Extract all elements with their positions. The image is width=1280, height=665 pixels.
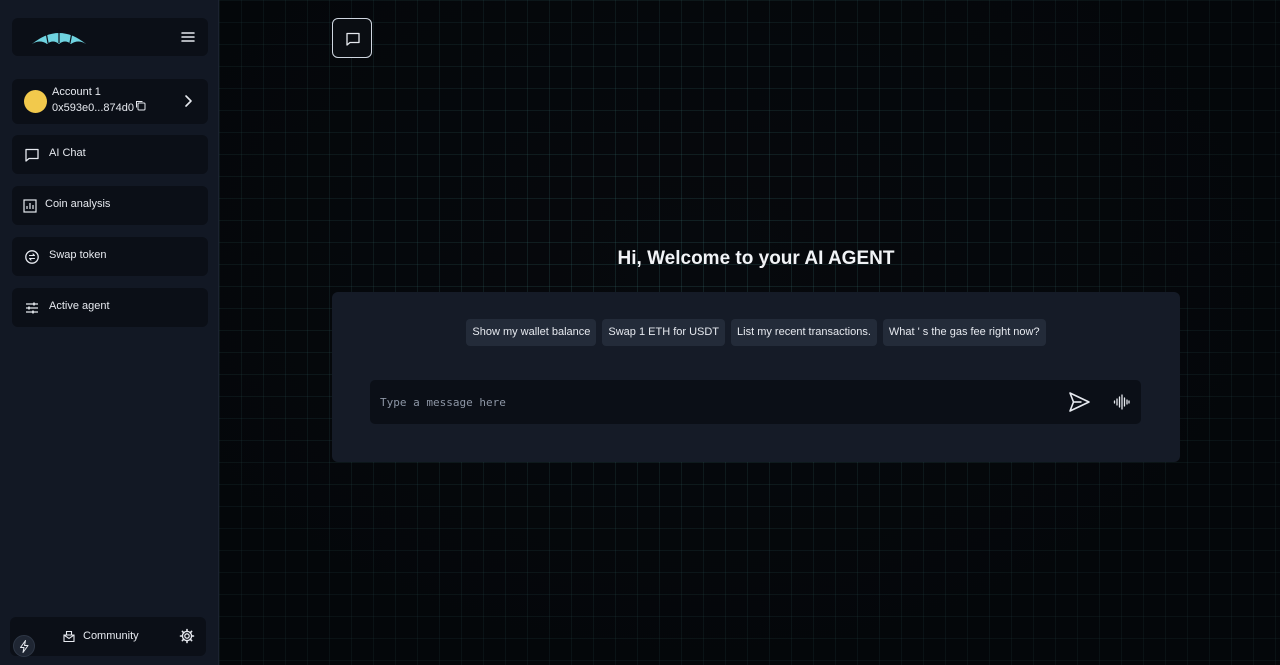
suggestion-list: Show my wallet balance Swap 1 ETH for US… bbox=[332, 319, 1180, 346]
new-chat-button[interactable] bbox=[332, 18, 372, 58]
sidebar-footer: Community bbox=[10, 617, 206, 656]
sidebar-item-label: Swap token bbox=[49, 249, 107, 261]
chat-bubble-icon bbox=[25, 148, 39, 162]
suggestion-chip[interactable]: What ' s the gas fee right now? bbox=[882, 319, 1046, 346]
chat-bubble-icon bbox=[346, 32, 360, 46]
copy-icon[interactable] bbox=[135, 100, 146, 111]
message-input-row bbox=[370, 380, 1141, 424]
avatar bbox=[24, 90, 47, 113]
sidebar-item-active-agent[interactable]: Active agent bbox=[12, 288, 208, 327]
logo-bar bbox=[12, 18, 208, 56]
menu-icon[interactable] bbox=[180, 29, 196, 45]
sidebar-item-ai-chat[interactable]: AI Chat bbox=[12, 135, 208, 174]
suggestion-chip[interactable]: List my recent transactions. bbox=[731, 319, 877, 346]
community-icon bbox=[63, 630, 75, 643]
lightning-icon bbox=[20, 640, 29, 653]
bolt-button[interactable] bbox=[13, 635, 35, 657]
account-name: Account 1 bbox=[52, 86, 101, 98]
sidebar-item-swap-token[interactable]: Swap token bbox=[12, 237, 208, 276]
sidebar: Account 1 0x593e0...874d0 AI Chat Coin a… bbox=[0, 0, 219, 665]
bar-chart-icon bbox=[23, 199, 37, 213]
umbrella-logo-icon[interactable] bbox=[30, 28, 88, 46]
message-input[interactable] bbox=[380, 391, 1040, 413]
community-link[interactable]: Community bbox=[83, 630, 139, 642]
suggestion-chip[interactable]: Show my wallet balance bbox=[466, 319, 597, 346]
chevron-right-icon bbox=[185, 95, 192, 107]
account-address: 0x593e0...874d0 bbox=[52, 102, 134, 114]
chat-panel: Show my wallet balance Swap 1 ETH for US… bbox=[332, 292, 1180, 462]
sidebar-item-coin-analysis[interactable]: Coin analysis bbox=[12, 186, 208, 225]
sidebar-item-label: AI Chat bbox=[49, 147, 86, 159]
sliders-icon bbox=[26, 302, 38, 314]
sidebar-item-label: Active agent bbox=[49, 300, 110, 312]
suggestion-chip[interactable]: Swap 1 ETH for USDT bbox=[602, 319, 726, 346]
swap-circle-icon bbox=[25, 250, 39, 264]
sidebar-item-label: Coin analysis bbox=[45, 198, 111, 210]
voice-waveform-icon[interactable] bbox=[1113, 394, 1130, 410]
gear-icon[interactable] bbox=[179, 628, 195, 644]
main-area: Hi, Welcome to your AI AGENT Show my wal… bbox=[219, 0, 1280, 665]
welcome-heading: Hi, Welcome to your AI AGENT bbox=[617, 248, 895, 269]
account-card[interactable]: Account 1 0x593e0...874d0 bbox=[12, 79, 208, 124]
send-icon[interactable] bbox=[1068, 391, 1091, 413]
